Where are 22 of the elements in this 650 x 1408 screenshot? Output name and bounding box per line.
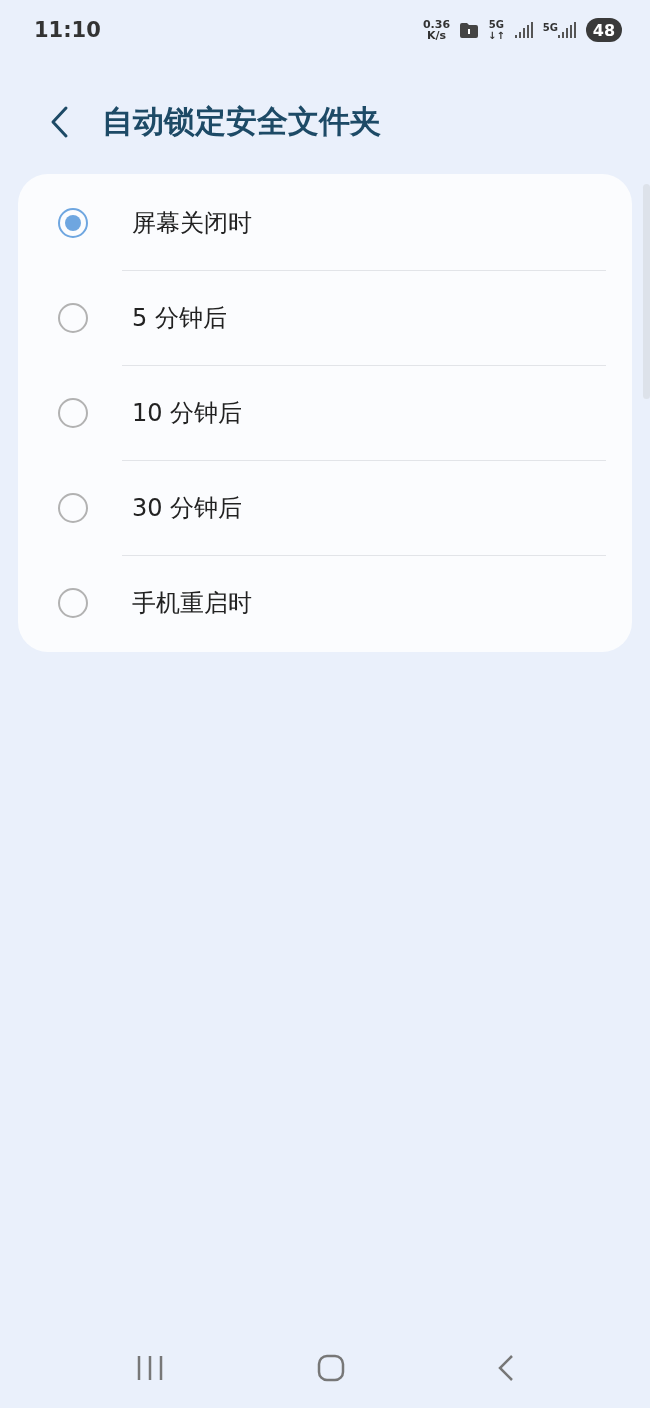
network-speed: 0.36 K/s — [422, 19, 451, 41]
battery-indicator: 48 — [586, 18, 622, 42]
option-item[interactable]: 10 分钟后 — [18, 366, 632, 460]
radio-button[interactable] — [58, 303, 88, 333]
folder-icon — [460, 22, 479, 38]
back-nav-button[interactable] — [497, 1354, 514, 1382]
radio-button[interactable] — [58, 493, 88, 523]
sim-network-type: 5G — [542, 22, 558, 33]
radio-button[interactable] — [58, 588, 88, 618]
option-item[interactable]: 30 分钟后 — [18, 461, 632, 555]
clock-time: 11:10 — [34, 18, 102, 42]
home-button[interactable] — [317, 1354, 345, 1382]
network-type: 5G ↓↑ — [488, 19, 505, 41]
option-item[interactable]: 5 分钟后 — [18, 271, 632, 365]
radio-button[interactable] — [58, 208, 88, 238]
radio-button[interactable] — [58, 398, 88, 428]
option-item[interactable]: 手机重启时 — [18, 556, 632, 650]
signal-icon — [558, 22, 576, 38]
recents-button[interactable] — [136, 1355, 165, 1381]
signal-icon — [514, 22, 533, 38]
page-title: 自动锁定安全文件夹 — [102, 102, 381, 141]
option-item[interactable]: 屏幕关闭时 — [18, 176, 632, 270]
